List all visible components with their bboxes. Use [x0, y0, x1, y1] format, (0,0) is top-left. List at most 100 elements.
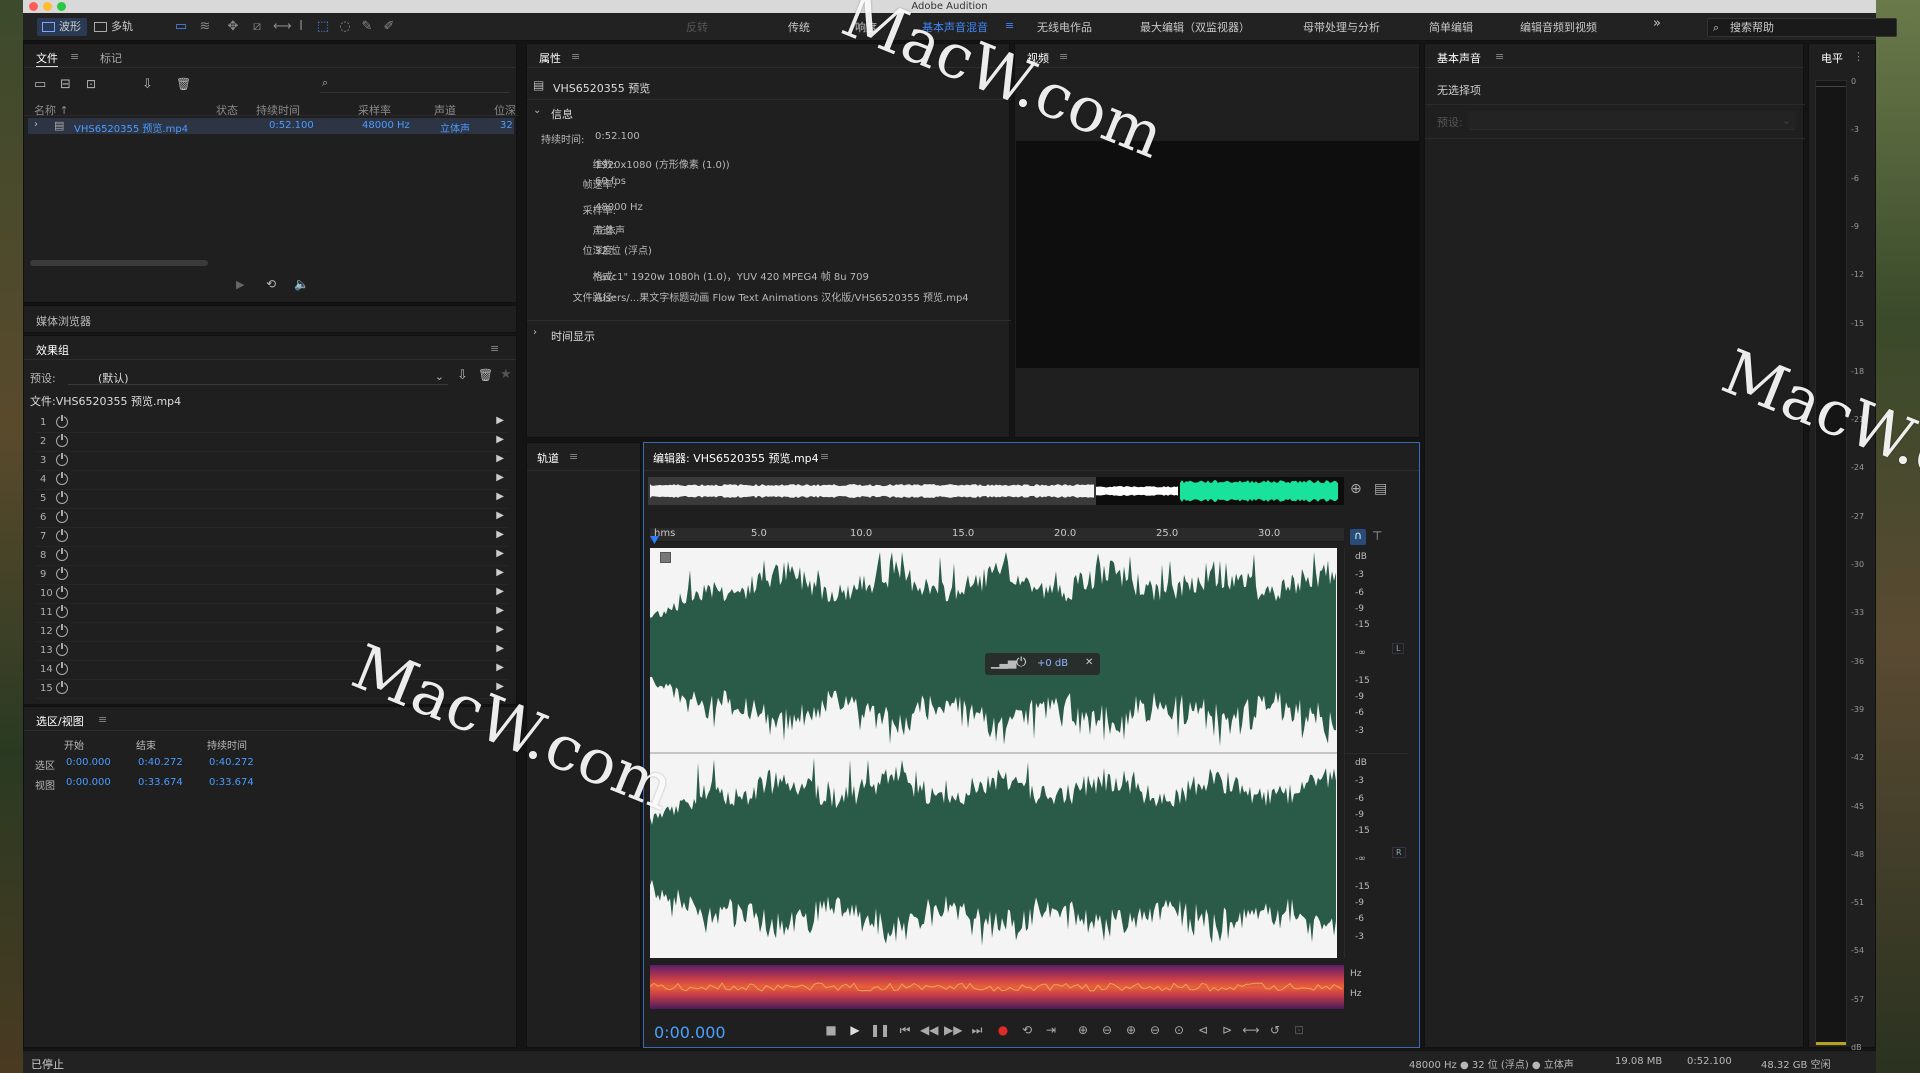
- power-icon[interactable]: [56, 642, 68, 656]
- favorite-star-icon[interactable]: ★: [500, 367, 512, 382]
- pitch-display-icon[interactable]: ≋: [197, 19, 213, 35]
- media-browser-title[interactable]: 媒体浏览器: [36, 313, 91, 329]
- hud-gain-control[interactable]: ▁▃▅ ⏻ +0 dB ✕: [985, 653, 1100, 675]
- workspace-mastering[interactable]: 母带处理与分析: [1303, 19, 1380, 35]
- slot-arrow-icon[interactable]: ▶: [496, 510, 504, 521]
- multitrack-mode-button[interactable]: 多轨: [89, 18, 139, 36]
- waveform-display[interactable]: ▁▃▅ ⏻ +0 dB ✕: [650, 548, 1337, 958]
- effect-slot[interactable]: 4 ▶: [36, 471, 508, 490]
- slot-arrow-icon[interactable]: ▶: [496, 605, 504, 616]
- slot-arrow-icon[interactable]: ▶: [496, 643, 504, 654]
- power-icon[interactable]: [56, 528, 68, 542]
- close-window-button[interactable]: [29, 2, 38, 11]
- tab-files[interactable]: 文件: [36, 50, 58, 67]
- effects-rack-menu-icon[interactable]: ≡: [490, 342, 499, 355]
- files-search-input[interactable]: ⌕: [320, 76, 510, 93]
- power-icon[interactable]: [56, 547, 68, 561]
- spectral-display-icon[interactable]: ▭: [173, 19, 189, 35]
- pin-hud-icon[interactable]: ✕: [1085, 657, 1093, 668]
- effect-slot[interactable]: 13 ▶: [36, 642, 508, 661]
- snap-icon[interactable]: ∩: [1350, 529, 1366, 545]
- selection-duration[interactable]: 0:40.272: [209, 757, 254, 768]
- pause-icon[interactable]: ❚❚: [870, 1021, 890, 1039]
- power-icon[interactable]: [56, 604, 68, 618]
- expand-chevron-icon[interactable]: ›: [34, 119, 38, 130]
- effect-slot[interactable]: 1 ▶: [36, 414, 508, 433]
- time-ruler[interactable]: hms 5.0 10.0 15.0 20.0 25.0 30.0: [650, 528, 1344, 544]
- time-selection-tool-icon[interactable]: I: [293, 19, 309, 35]
- effect-slot[interactable]: 7 ▶: [36, 528, 508, 547]
- slot-arrow-icon[interactable]: ▶: [496, 586, 504, 597]
- column-status[interactable]: 状态: [216, 102, 238, 118]
- zoom-in-time-icon[interactable]: ⊕: [1122, 1021, 1140, 1039]
- effect-slot[interactable]: 11 ▶: [36, 604, 508, 623]
- essential-sound-menu-icon[interactable]: ≡: [1495, 50, 1504, 63]
- power-icon[interactable]: [56, 680, 68, 694]
- essential-preset-dropdown[interactable]: ⌄: [1469, 111, 1795, 130]
- show-hide-icon[interactable]: ▤: [1374, 481, 1387, 497]
- search-help-input[interactable]: ⌕ 搜索帮助: [1707, 18, 1897, 37]
- stop-icon[interactable]: ■: [822, 1021, 840, 1039]
- zoom-in-amplitude-icon[interactable]: ⊕: [1074, 1021, 1092, 1039]
- files-menu-icon[interactable]: ≡: [70, 50, 79, 63]
- power-icon[interactable]: [56, 509, 68, 523]
- auto-play-speaker-icon[interactable]: 🔈: [294, 277, 309, 291]
- spectral-frequency-display[interactable]: [649, 965, 1344, 1009]
- workspace-radio[interactable]: 无线电作品: [1037, 19, 1092, 35]
- info-section-title[interactable]: 信息: [551, 106, 573, 122]
- zoom-in-point-icon[interactable]: ⊲: [1194, 1021, 1212, 1039]
- go-to-start-icon[interactable]: ⏮: [896, 1021, 914, 1039]
- play-icon[interactable]: ▶: [846, 1021, 864, 1039]
- files-horizontal-scrollbar[interactable]: [30, 260, 208, 266]
- slot-arrow-icon[interactable]: ▶: [496, 434, 504, 445]
- zoom-out-time-icon[interactable]: ⊖: [1146, 1021, 1164, 1039]
- selection-view-menu-icon[interactable]: ≡: [98, 713, 107, 726]
- slot-arrow-icon[interactable]: ▶: [496, 491, 504, 502]
- zoom-window-button[interactable]: [57, 2, 66, 11]
- slot-arrow-icon[interactable]: ▶: [496, 624, 504, 635]
- slip-tool-icon[interactable]: ⟷: [273, 19, 292, 35]
- waveform-overview[interactable]: [648, 477, 1344, 505]
- zoom-selection-icon[interactable]: ⊙: [1170, 1021, 1188, 1039]
- workspace-invert[interactable]: 反转: [686, 19, 708, 35]
- waveform-mode-button[interactable]: 波形: [37, 18, 87, 36]
- view-start[interactable]: 0:00.000: [66, 777, 111, 788]
- preset-dropdown[interactable]: (默认) ⌄: [68, 366, 448, 385]
- power-icon[interactable]: [56, 471, 68, 485]
- tab-markers[interactable]: 标记: [100, 50, 122, 66]
- slot-arrow-icon[interactable]: ▶: [496, 529, 504, 540]
- zoom-out-full-icon[interactable]: ⟷: [1242, 1021, 1260, 1039]
- effect-slot[interactable]: 6 ▶: [36, 509, 508, 528]
- playhead-handle[interactable]: [650, 536, 659, 544]
- power-icon[interactable]: [56, 566, 68, 580]
- fade-in-handle-icon[interactable]: [660, 552, 671, 563]
- power-icon[interactable]: [56, 490, 68, 504]
- zoom-out-point-icon[interactable]: ⊳: [1218, 1021, 1236, 1039]
- column-bit-depth[interactable]: 位深: [494, 102, 516, 118]
- go-to-end-icon[interactable]: ⏭: [968, 1021, 986, 1039]
- workspace-dual-monitor[interactable]: 最大编辑（双监视器）: [1140, 19, 1250, 35]
- lasso-tool-icon[interactable]: ◌: [337, 19, 353, 35]
- import-file-icon[interactable]: ⊟: [60, 77, 71, 92]
- effect-slot[interactable]: 10 ▶: [36, 585, 508, 604]
- workspace-menu-icon[interactable]: ≡: [1005, 19, 1014, 32]
- zoom-extra-icon[interactable]: ⊡: [1290, 1021, 1308, 1039]
- power-icon[interactable]: [56, 452, 68, 466]
- effect-slot[interactable]: 12 ▶: [36, 623, 508, 642]
- brush-tool-icon[interactable]: ✎: [359, 19, 375, 35]
- hud-gain-value[interactable]: +0 dB: [1037, 658, 1068, 669]
- power-icon[interactable]: [56, 433, 68, 447]
- workspace-simple-edit[interactable]: 简单编辑: [1429, 19, 1473, 35]
- delete-preset-icon[interactable]: 🗑: [478, 368, 493, 382]
- new-file-icon[interactable]: ⊡: [86, 77, 96, 91]
- skip-selection-icon[interactable]: ⇥: [1042, 1021, 1060, 1039]
- effect-slot[interactable]: 9 ▶: [36, 566, 508, 585]
- spot-healing-tool-icon[interactable]: ✐: [381, 19, 397, 35]
- column-name[interactable]: 名称 ↑: [34, 102, 69, 118]
- time-display-chevron-icon[interactable]: ›: [533, 327, 537, 338]
- minimize-window-button[interactable]: [43, 2, 52, 11]
- fast-forward-icon[interactable]: ▶▶: [944, 1021, 962, 1039]
- power-icon[interactable]: [56, 623, 68, 637]
- info-collapse-chevron-icon[interactable]: ⌄: [533, 105, 541, 116]
- slot-arrow-icon[interactable]: ▶: [496, 472, 504, 483]
